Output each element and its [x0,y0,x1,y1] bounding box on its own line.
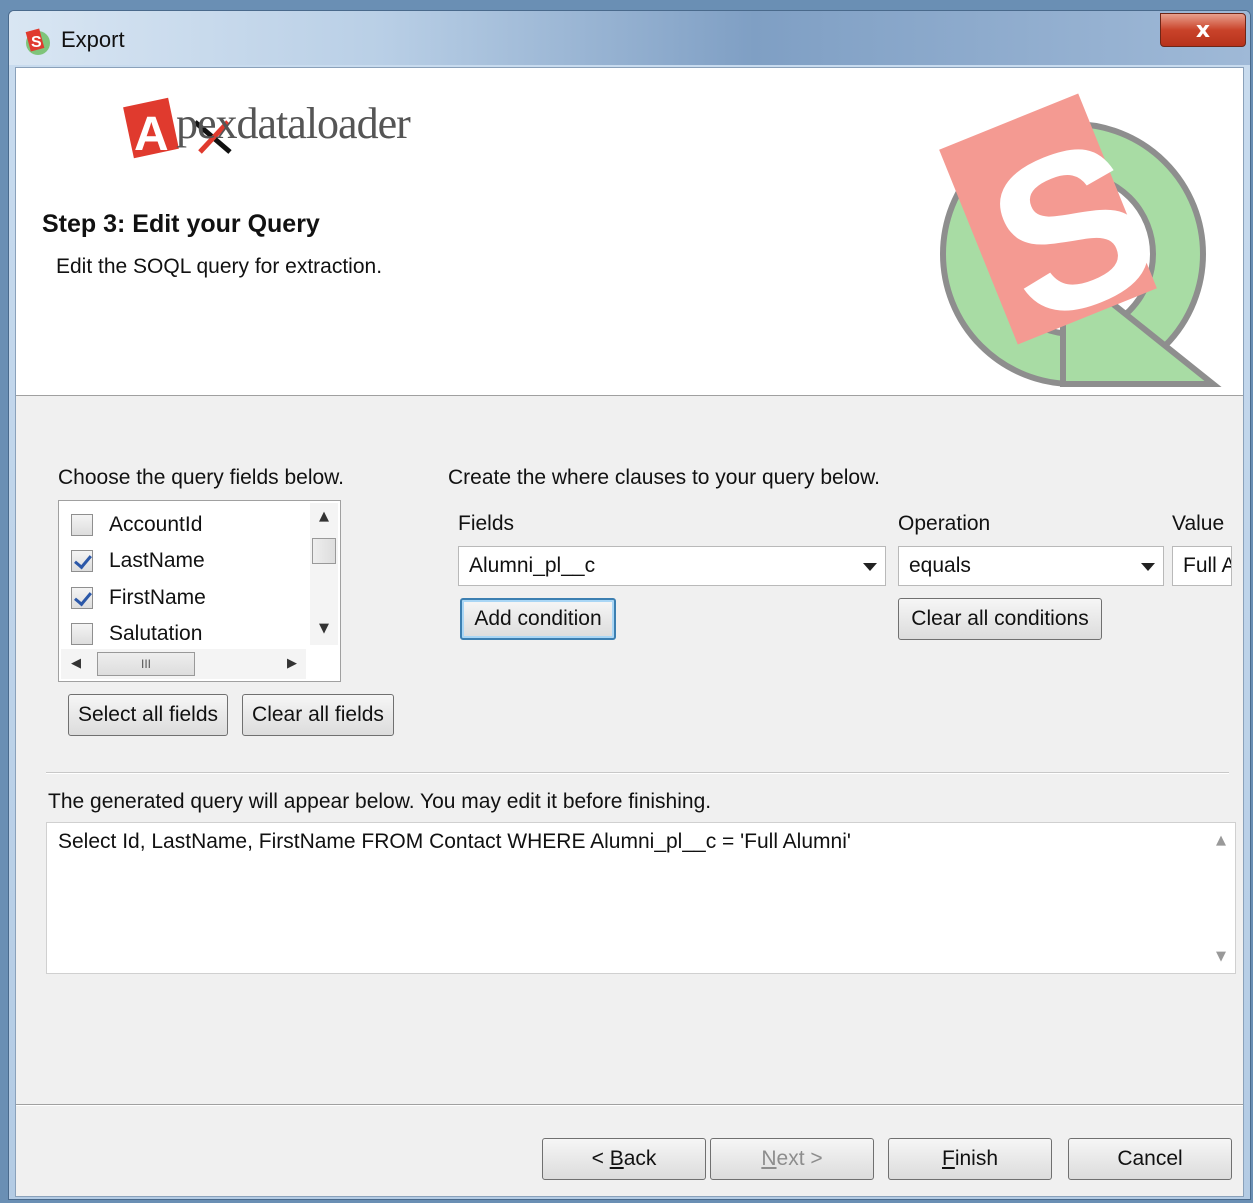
vertical-scroll-thumb[interactable] [312,538,336,564]
back-rest: ack [623,1147,657,1170]
next-rest: ext > [776,1147,823,1170]
svg-text:S: S [31,34,42,51]
clear-all-fields-button[interactable]: Clear all fields [242,694,394,736]
chevron-down-icon [863,563,877,571]
wizard-body: A pexdataloader Step 3: Edit your Query … [15,67,1244,1197]
close-button[interactable]: x [1160,13,1246,47]
close-icon: x [1195,17,1211,43]
value-input-text: Full Alumni [1183,554,1231,577]
next-access-key: N [761,1147,777,1170]
list-vertical-scrollbar[interactable]: ▲ ▼ [310,503,338,645]
apexdataloader-logo: A pexdataloader [120,94,450,164]
where-panel-label: Create the where clauses to your query b… [448,466,880,489]
list-item[interactable]: FirstName [71,580,206,616]
step-subtitle: Edit the SOQL query for extraction. [56,255,383,278]
salutation-checkbox[interactable] [71,623,93,645]
brand-wordmark: pexdataloader [176,99,411,148]
list-horizontal-scrollbar[interactable]: ◀ III ▶ [61,649,306,679]
footer-divider [16,1104,1243,1106]
export-window: S Export x A pexdataloader Step 3: Edit … [8,10,1251,1200]
clear-all-conditions-button[interactable]: Clear all conditions [898,598,1102,640]
next-button[interactable]: Next > [710,1138,874,1180]
svg-text:A: A [134,108,169,161]
window-title: Export [61,27,125,52]
finish-button[interactable]: Finish [888,1138,1052,1180]
scroll-down-icon[interactable]: ▼ [1216,949,1226,964]
query-text: Select Id, LastName, FirstName FROM Cont… [58,830,851,853]
list-item-label: AccountId [109,513,203,536]
where-field-select[interactable]: Alumni_pl__c [458,546,886,586]
scroll-up-icon[interactable]: ▲ [1216,833,1226,848]
wizard-banner: A pexdataloader Step 3: Edit your Query … [16,68,1243,396]
chevron-down-icon [1141,563,1155,571]
firstname-checkbox[interactable] [71,587,93,609]
horizontal-scroll-thumb[interactable]: III [97,652,195,676]
scroll-down-icon[interactable]: ▼ [319,621,329,636]
finish-rest: inish [954,1147,999,1170]
scroll-up-icon[interactable]: ▲ [319,509,329,524]
fields-column-header: Fields [458,512,515,535]
list-item-label: FirstName [109,586,206,609]
step-title: Step 3: Edit your Query [42,210,320,238]
add-condition-button[interactable]: Add condition [460,598,616,640]
scroll-left-icon[interactable]: ◀ [71,656,81,671]
back-prefix: < [591,1147,610,1170]
list-item[interactable]: AccountId [71,507,202,543]
where-field-value: Alumni_pl__c [469,554,596,577]
back-access-key: B [609,1147,624,1170]
query-textarea[interactable]: Select Id, LastName, FirstName FROM Cont… [46,822,1236,974]
fields-panel-label: Choose the query fields below. [58,466,345,489]
operation-value: equals [909,554,971,577]
operation-column-header: Operation [898,512,991,535]
divider [46,772,1229,774]
list-item-label: Salutation [109,622,203,645]
scroll-right-icon[interactable]: ▶ [287,656,297,671]
finish-access-key: F [941,1147,955,1170]
value-column-header: Value [1172,512,1225,535]
lastname-checkbox[interactable] [71,550,93,572]
list-item-label: LastName [109,549,205,572]
query-label: The generated query will appear below. Y… [48,790,712,813]
operation-select[interactable]: equals [898,546,1164,586]
list-item[interactable]: Salutation [71,616,202,652]
select-all-fields-button[interactable]: Select all fields [68,694,228,736]
accountid-checkbox[interactable] [71,514,93,536]
back-button[interactable]: < Back [542,1138,706,1180]
query-fields-list[interactable]: AccountId LastName FirstName Salutation … [58,500,341,682]
cancel-button[interactable]: Cancel [1068,1138,1232,1180]
app-s-logo-icon: S [25,28,50,55]
value-input[interactable]: Full Alumni [1172,546,1232,586]
title-bar[interactable]: S Export x [9,11,1250,65]
s-logo-watermark-icon: S [939,88,1222,387]
list-item[interactable]: LastName [71,543,205,579]
